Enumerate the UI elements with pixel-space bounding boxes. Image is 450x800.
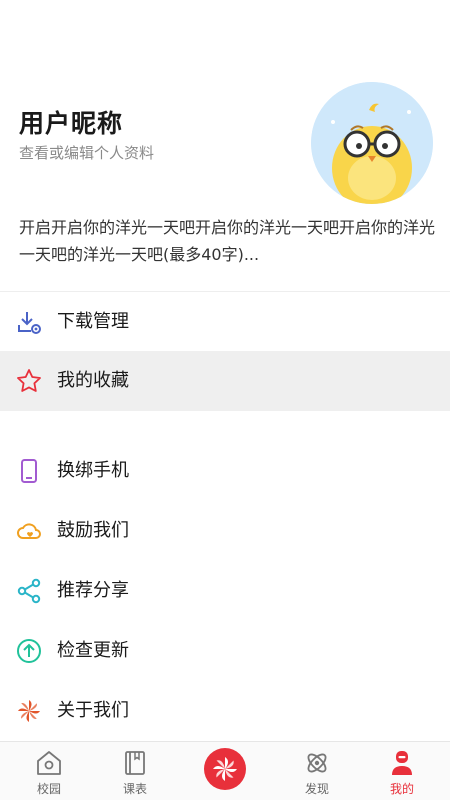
center-action-button[interactable] [204,748,246,790]
section-gap [0,411,450,441]
menu-item-label: 推荐分享 [57,580,129,601]
nickname[interactable]: 用户昵称 [19,104,123,140]
signature-text[interactable]: 开启开启你的洋光一天吧开启你的洋光一天吧开启你的洋光一天吧的洋光一天吧(最多40… [19,214,435,268]
menu-item-change-phone[interactable]: 换绑手机 [0,441,450,501]
chick-avatar-icon [311,82,433,204]
phone-icon [21,459,37,483]
discover-icon [307,753,327,773]
tab-label: 发现 [304,782,329,796]
edit-profile-link[interactable]: 查看或编辑个人资料 [19,142,154,163]
menu-item-label: 关于我们 [57,700,129,721]
menu-item-label: 检查更新 [57,640,129,661]
tab-mine[interactable]: 我的 [357,742,447,800]
bottom-tab-bar: 校园 课表 发现 我的 [0,741,450,800]
share-icon [17,578,41,604]
campus-icon [37,751,61,775]
upload-circle-icon [17,639,41,663]
menu-item-label: 鼓励我们 [57,520,129,541]
cloud-heart-icon [17,523,41,539]
menu-item-label: 换绑手机 [57,460,129,481]
schedule-icon [125,751,145,775]
menu-item-favorites[interactable]: 我的收藏 [0,351,450,411]
tab-schedule[interactable]: 课表 [90,742,180,800]
profile-icon [392,751,412,775]
menu-item-label: 我的收藏 [57,370,129,391]
menu-item-encourage-us[interactable]: 鼓励我们 [0,501,450,561]
download-manage-icon [18,312,41,334]
tab-label: 我的 [389,782,414,796]
menu-item-about-us[interactable]: 关于我们 [0,681,450,741]
tab-label: 校园 [36,782,61,796]
menu-item-label: 下载管理 [57,311,129,332]
pinwheel-center-icon [213,757,237,781]
menu-item-check-update[interactable]: 检查更新 [0,621,450,681]
pinwheel-icon [18,700,40,722]
tab-discover[interactable]: 发现 [272,742,362,800]
tab-label: 课表 [122,782,147,796]
tab-campus[interactable]: 校园 [4,742,94,800]
star-icon [17,369,41,392]
profile-header[interactable]: 用户昵称 查看或编辑个人资料 开启开启你的洋光一天吧开启你的洋光一天吧开启你的洋… [0,0,450,292]
menu-item-download-manage[interactable]: 下载管理 [0,292,450,352]
menu-item-share[interactable]: 推荐分享 [0,561,450,621]
avatar[interactable] [311,82,433,204]
